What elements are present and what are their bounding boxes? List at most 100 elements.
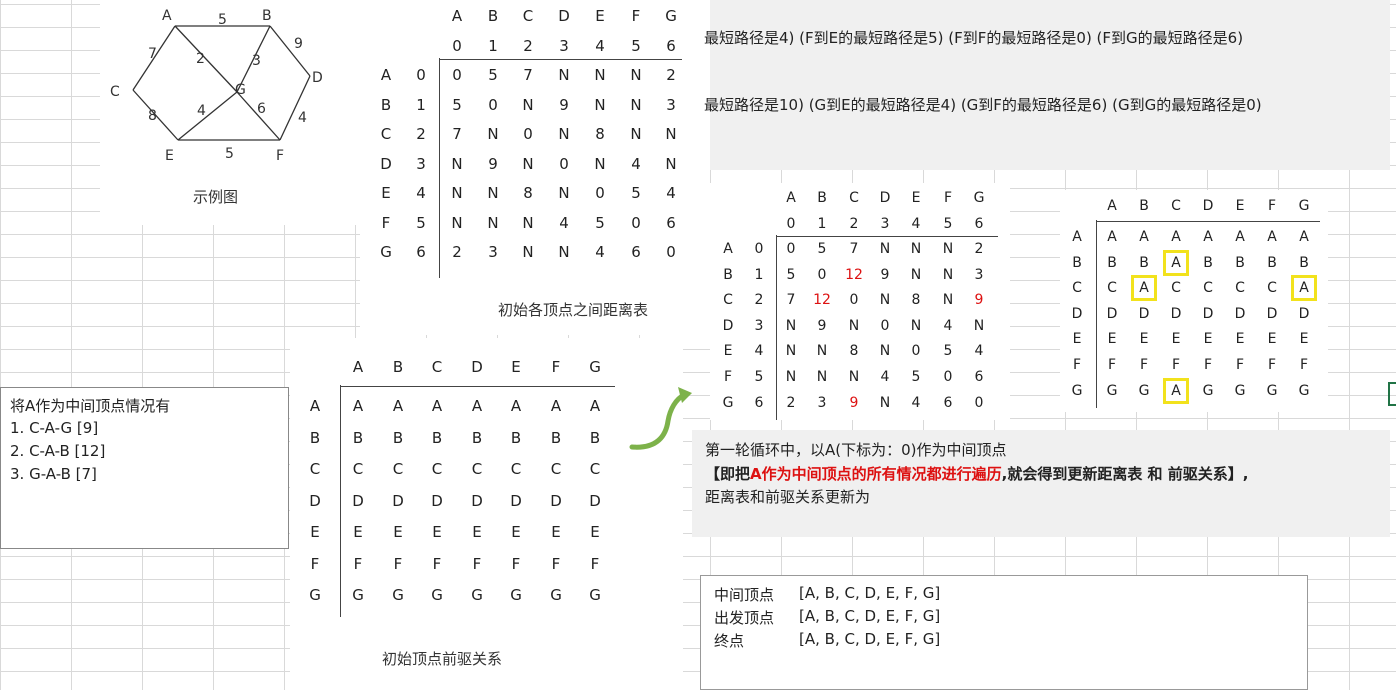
graph-edge-weight: 4 [197, 103, 206, 119]
explain-line2-a: 【即把 [705, 465, 751, 483]
matrix-cell: A [1131, 275, 1157, 301]
dist-init-table: A0B1C2D3E4F5G6A0057NNN2B150N9NN3C27N0N8N… [360, 0, 710, 300]
graph-node-F: F [276, 148, 284, 164]
col-header: G [665, 7, 677, 25]
explain-line3: 距离表和前驱关系更新为 [705, 488, 871, 506]
explain-line2: 【即把A作为中间顶点的所有情况都进行遍历,就会得到更新距离表 和 前驱关系】, [705, 463, 1248, 484]
matrix-cell: 9 [817, 318, 827, 334]
top-text-line2: 最短路径是10) (G到E的最短路径是4) (G到F的最短路径是6) (G到G的… [704, 96, 1262, 114]
matrix-cell: 7 [523, 66, 533, 84]
graph-edge-weight: 5 [218, 12, 227, 28]
matrix-cell: B [392, 429, 404, 447]
col-index: 3 [559, 37, 569, 55]
col-header: E [511, 358, 521, 376]
matrix-cell: F [1267, 357, 1277, 373]
matrix-cell: G [352, 586, 364, 604]
matrix-cell: E [1203, 331, 1213, 347]
example-graph-panel: 5 7 2 3 9 8 4 6 5 4 A B C D E F G 示例图 [100, 0, 360, 225]
matrix-cell: A [392, 397, 404, 415]
col-header: G [589, 358, 601, 376]
matrix-cell: E [1171, 331, 1181, 347]
col-header: B [1139, 198, 1149, 214]
matrix-cell: A [1139, 229, 1149, 245]
matrix-cell: N [558, 125, 570, 143]
matrix-cell: N [522, 243, 534, 261]
matrix-cell: G [550, 586, 562, 604]
matrix-cell: D [510, 492, 522, 510]
matrix-cell: C [1235, 280, 1245, 296]
vertex-label-end: 终点 [714, 632, 745, 650]
matrix-cell: G [431, 586, 443, 604]
table-divider-vertical [439, 58, 440, 278]
matrix-cell: 0 [911, 343, 921, 359]
matrix-cell: N [522, 96, 534, 114]
matrix-cell: E [1267, 331, 1277, 347]
matrix-cell: N [451, 214, 463, 232]
matrix-cell: F [511, 555, 521, 573]
graph-node-A: A [162, 8, 172, 24]
row-index: 1 [416, 96, 426, 114]
row-index: 4 [416, 184, 426, 202]
matrix-cell: 5 [817, 241, 827, 257]
matrix-cell: C [1107, 280, 1117, 296]
matrix-cell: B [352, 429, 364, 447]
selected-cell-edge[interactable] [1388, 382, 1396, 406]
matrix-cell: 0 [974, 395, 984, 411]
graph-edge-weight: 7 [148, 46, 157, 62]
explain-line1: 第一轮循环中，以A(下标为：0)作为中间顶点 [705, 441, 1007, 459]
row-header: G [309, 586, 321, 604]
mid-vertex-note: 将A作为中间顶点情况有 1. C-A-G [9] 2. C-A-B [12] 3… [0, 387, 289, 549]
table-divider-horizontal [776, 236, 998, 237]
matrix-cell: A [589, 397, 601, 415]
matrix-cell: N [594, 155, 606, 173]
pre-init-caption: 初始顶点前驱关系 [382, 650, 503, 668]
row-index: 2 [416, 125, 426, 143]
row-index: 2 [754, 292, 764, 308]
vertex-value-mid: [A, B, C, D, E, F, G] [799, 584, 941, 602]
graph-edge-D-F [279, 75, 311, 141]
matrix-cell: 3 [488, 243, 498, 261]
matrix-cell: N [665, 155, 677, 173]
matrix-cell: E [590, 523, 600, 541]
matrix-cell: 9 [488, 155, 498, 173]
col-header: E [1235, 198, 1245, 214]
col-header: B [392, 358, 404, 376]
matrix-cell: 2 [452, 243, 462, 261]
col-index: 0 [452, 37, 462, 55]
matrix-cell: F [393, 555, 403, 573]
col-index: 1 [488, 37, 498, 55]
graph-node-G: G [235, 82, 246, 98]
matrix-cell: 5 [631, 184, 641, 202]
matrix-cell: A [1163, 378, 1189, 404]
matrix-cell: N [910, 267, 922, 283]
mid-note-item-2: 2. C-A-B [12] [10, 442, 106, 460]
pre-round1-panel: ABCDEFGAAAAAAAABBBABBBBCCACCCCADDDDDDDDE… [1060, 190, 1328, 412]
matrix-cell: 0 [523, 125, 533, 143]
vertex-array-box: 中间顶点 [A, B, C, D, E, F, G] 出发顶点 [A, B, C… [700, 575, 1308, 690]
matrix-cell: 2 [666, 66, 676, 84]
matrix-cell: G [392, 586, 404, 604]
graph-edge-weight: 8 [148, 108, 157, 124]
row-header: D [380, 155, 392, 173]
matrix-cell: 6 [631, 243, 641, 261]
matrix-cell: N [451, 184, 463, 202]
matrix-cell: 3 [974, 267, 984, 283]
col-header: D [1202, 198, 1214, 214]
matrix-cell: 0 [559, 155, 569, 173]
matrix-cell: A [1267, 229, 1277, 245]
matrix-cell: 4 [631, 155, 641, 173]
table-divider-vertical [1096, 220, 1097, 408]
explain-line2-c: ,就会得到更新距离表 和 前驱关系】, [1001, 465, 1249, 483]
matrix-cell: 9 [974, 292, 984, 308]
matrix-cell: G [1266, 383, 1278, 399]
row-header: A [1072, 229, 1082, 245]
top-text-line1: 最短路径是4) (F到E的最短路径是5) (F到F的最短路径是0) (F到G的最… [704, 29, 1244, 47]
row-index: 5 [754, 369, 764, 385]
matrix-cell: N [558, 66, 570, 84]
matrix-cell: D [589, 492, 601, 510]
matrix-cell: A [1299, 229, 1309, 245]
graph-edge-weight: 3 [252, 53, 261, 69]
graph-edge-weight: 6 [257, 101, 266, 117]
matrix-cell: 5 [452, 96, 462, 114]
matrix-cell: 6 [974, 369, 984, 385]
